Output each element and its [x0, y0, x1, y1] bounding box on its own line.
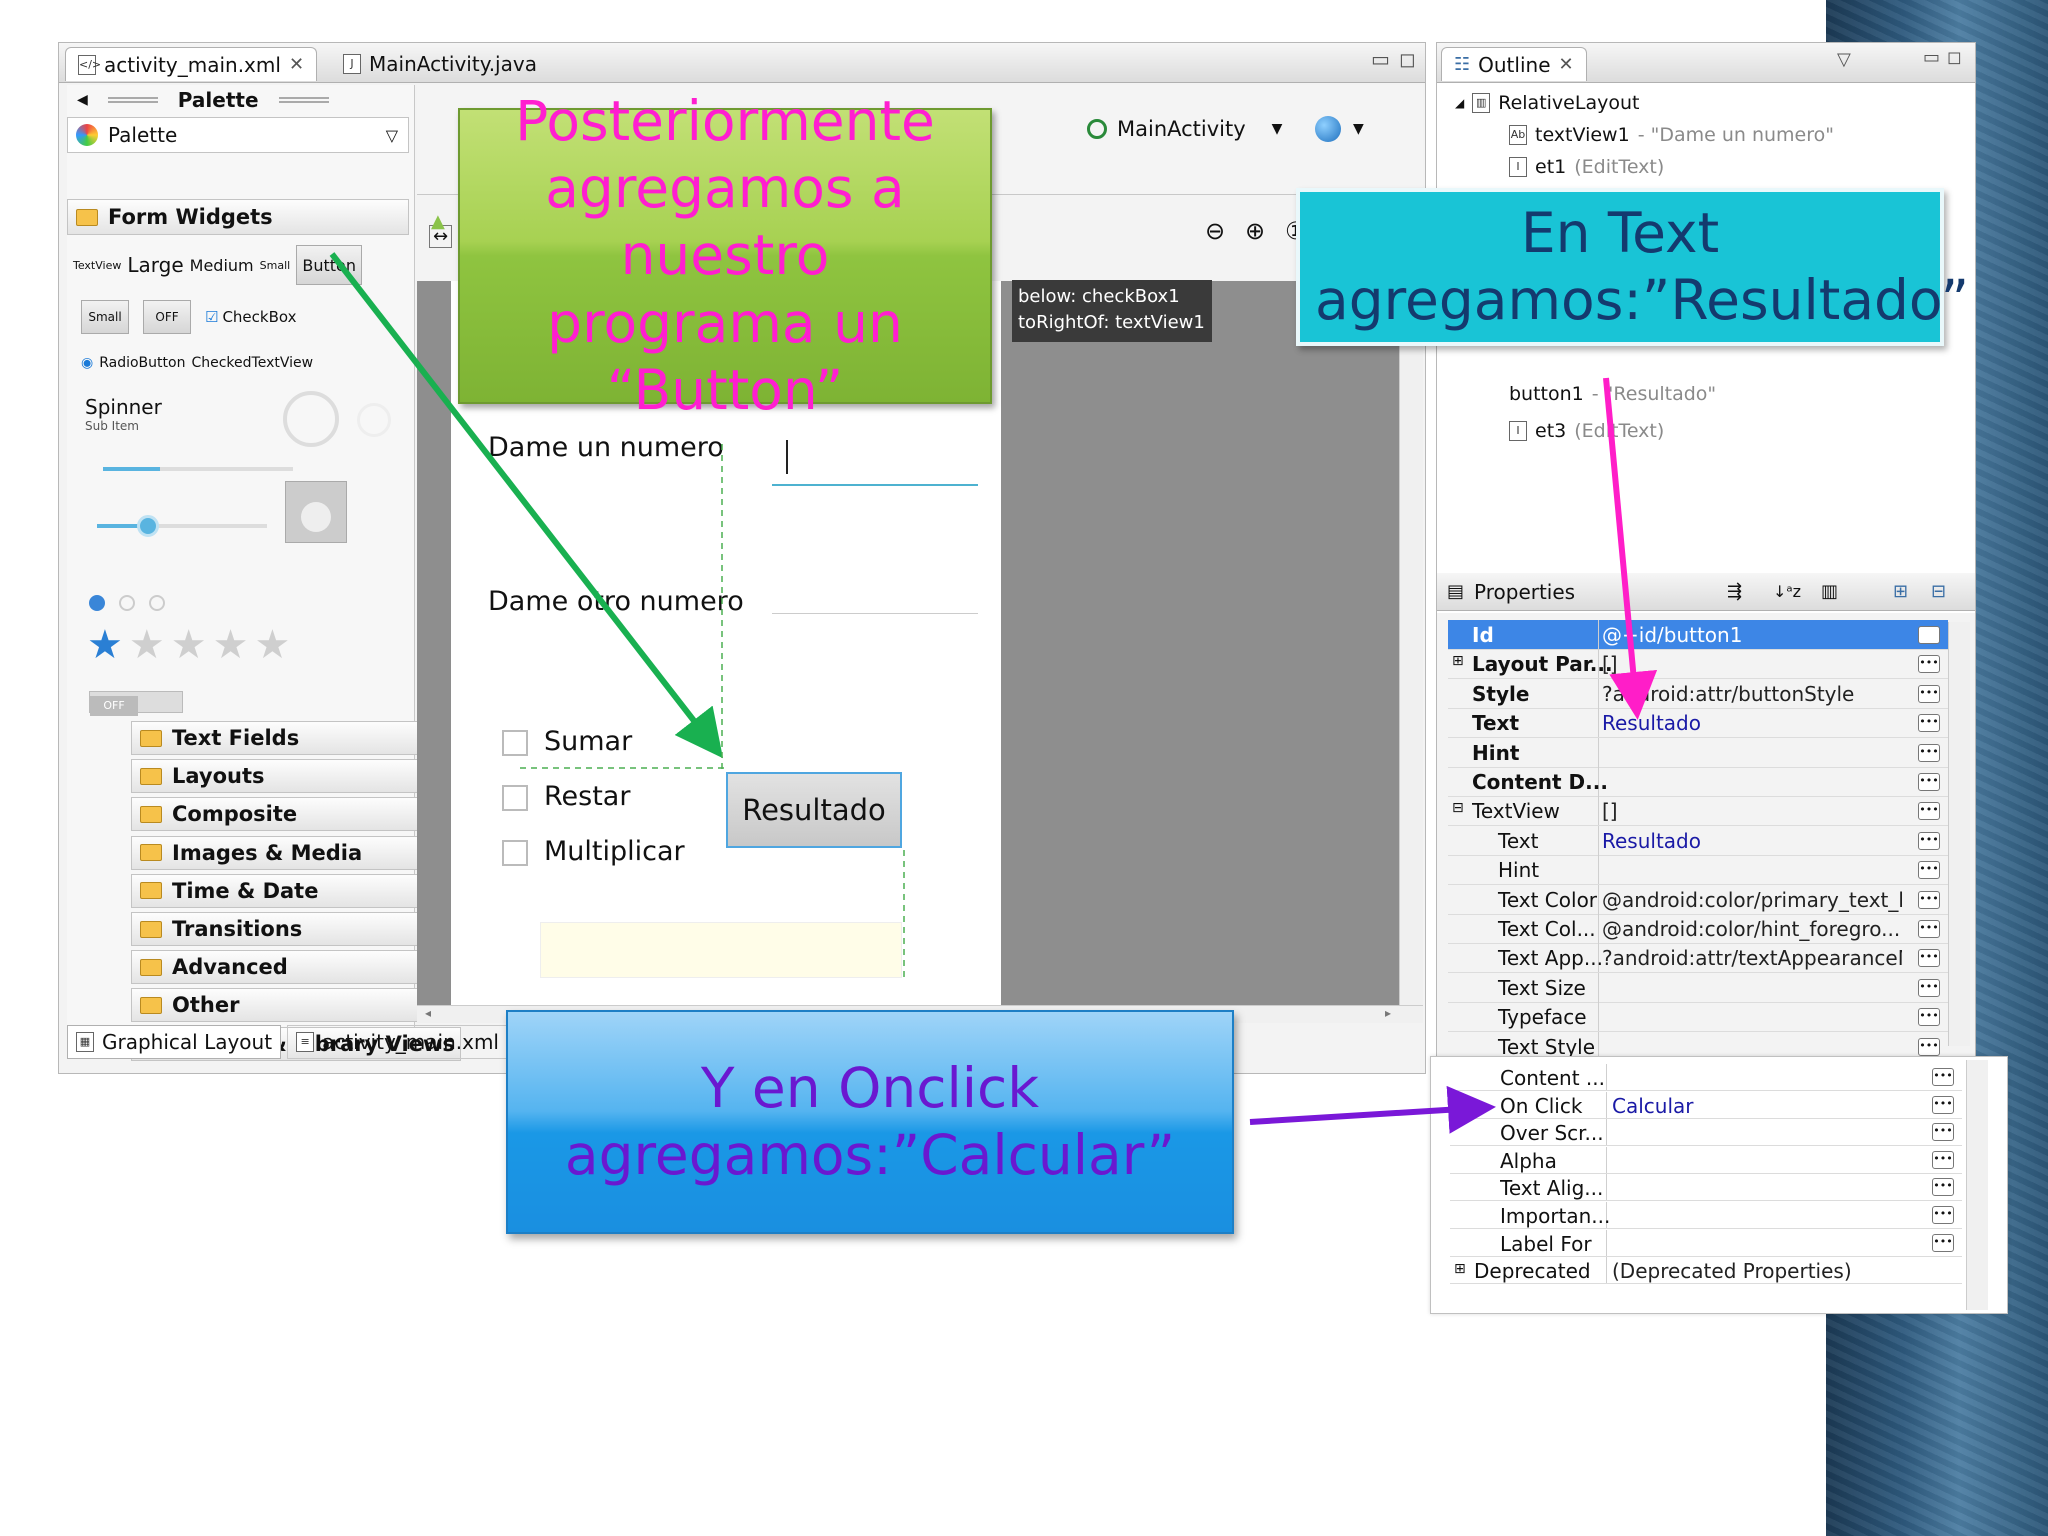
arrow-green [329, 252, 724, 759]
annotation-arrows [329, 252, 1658, 1134]
arrow-pink [1603, 377, 1658, 720]
arrow-purple [1249, 1085, 1496, 1134]
